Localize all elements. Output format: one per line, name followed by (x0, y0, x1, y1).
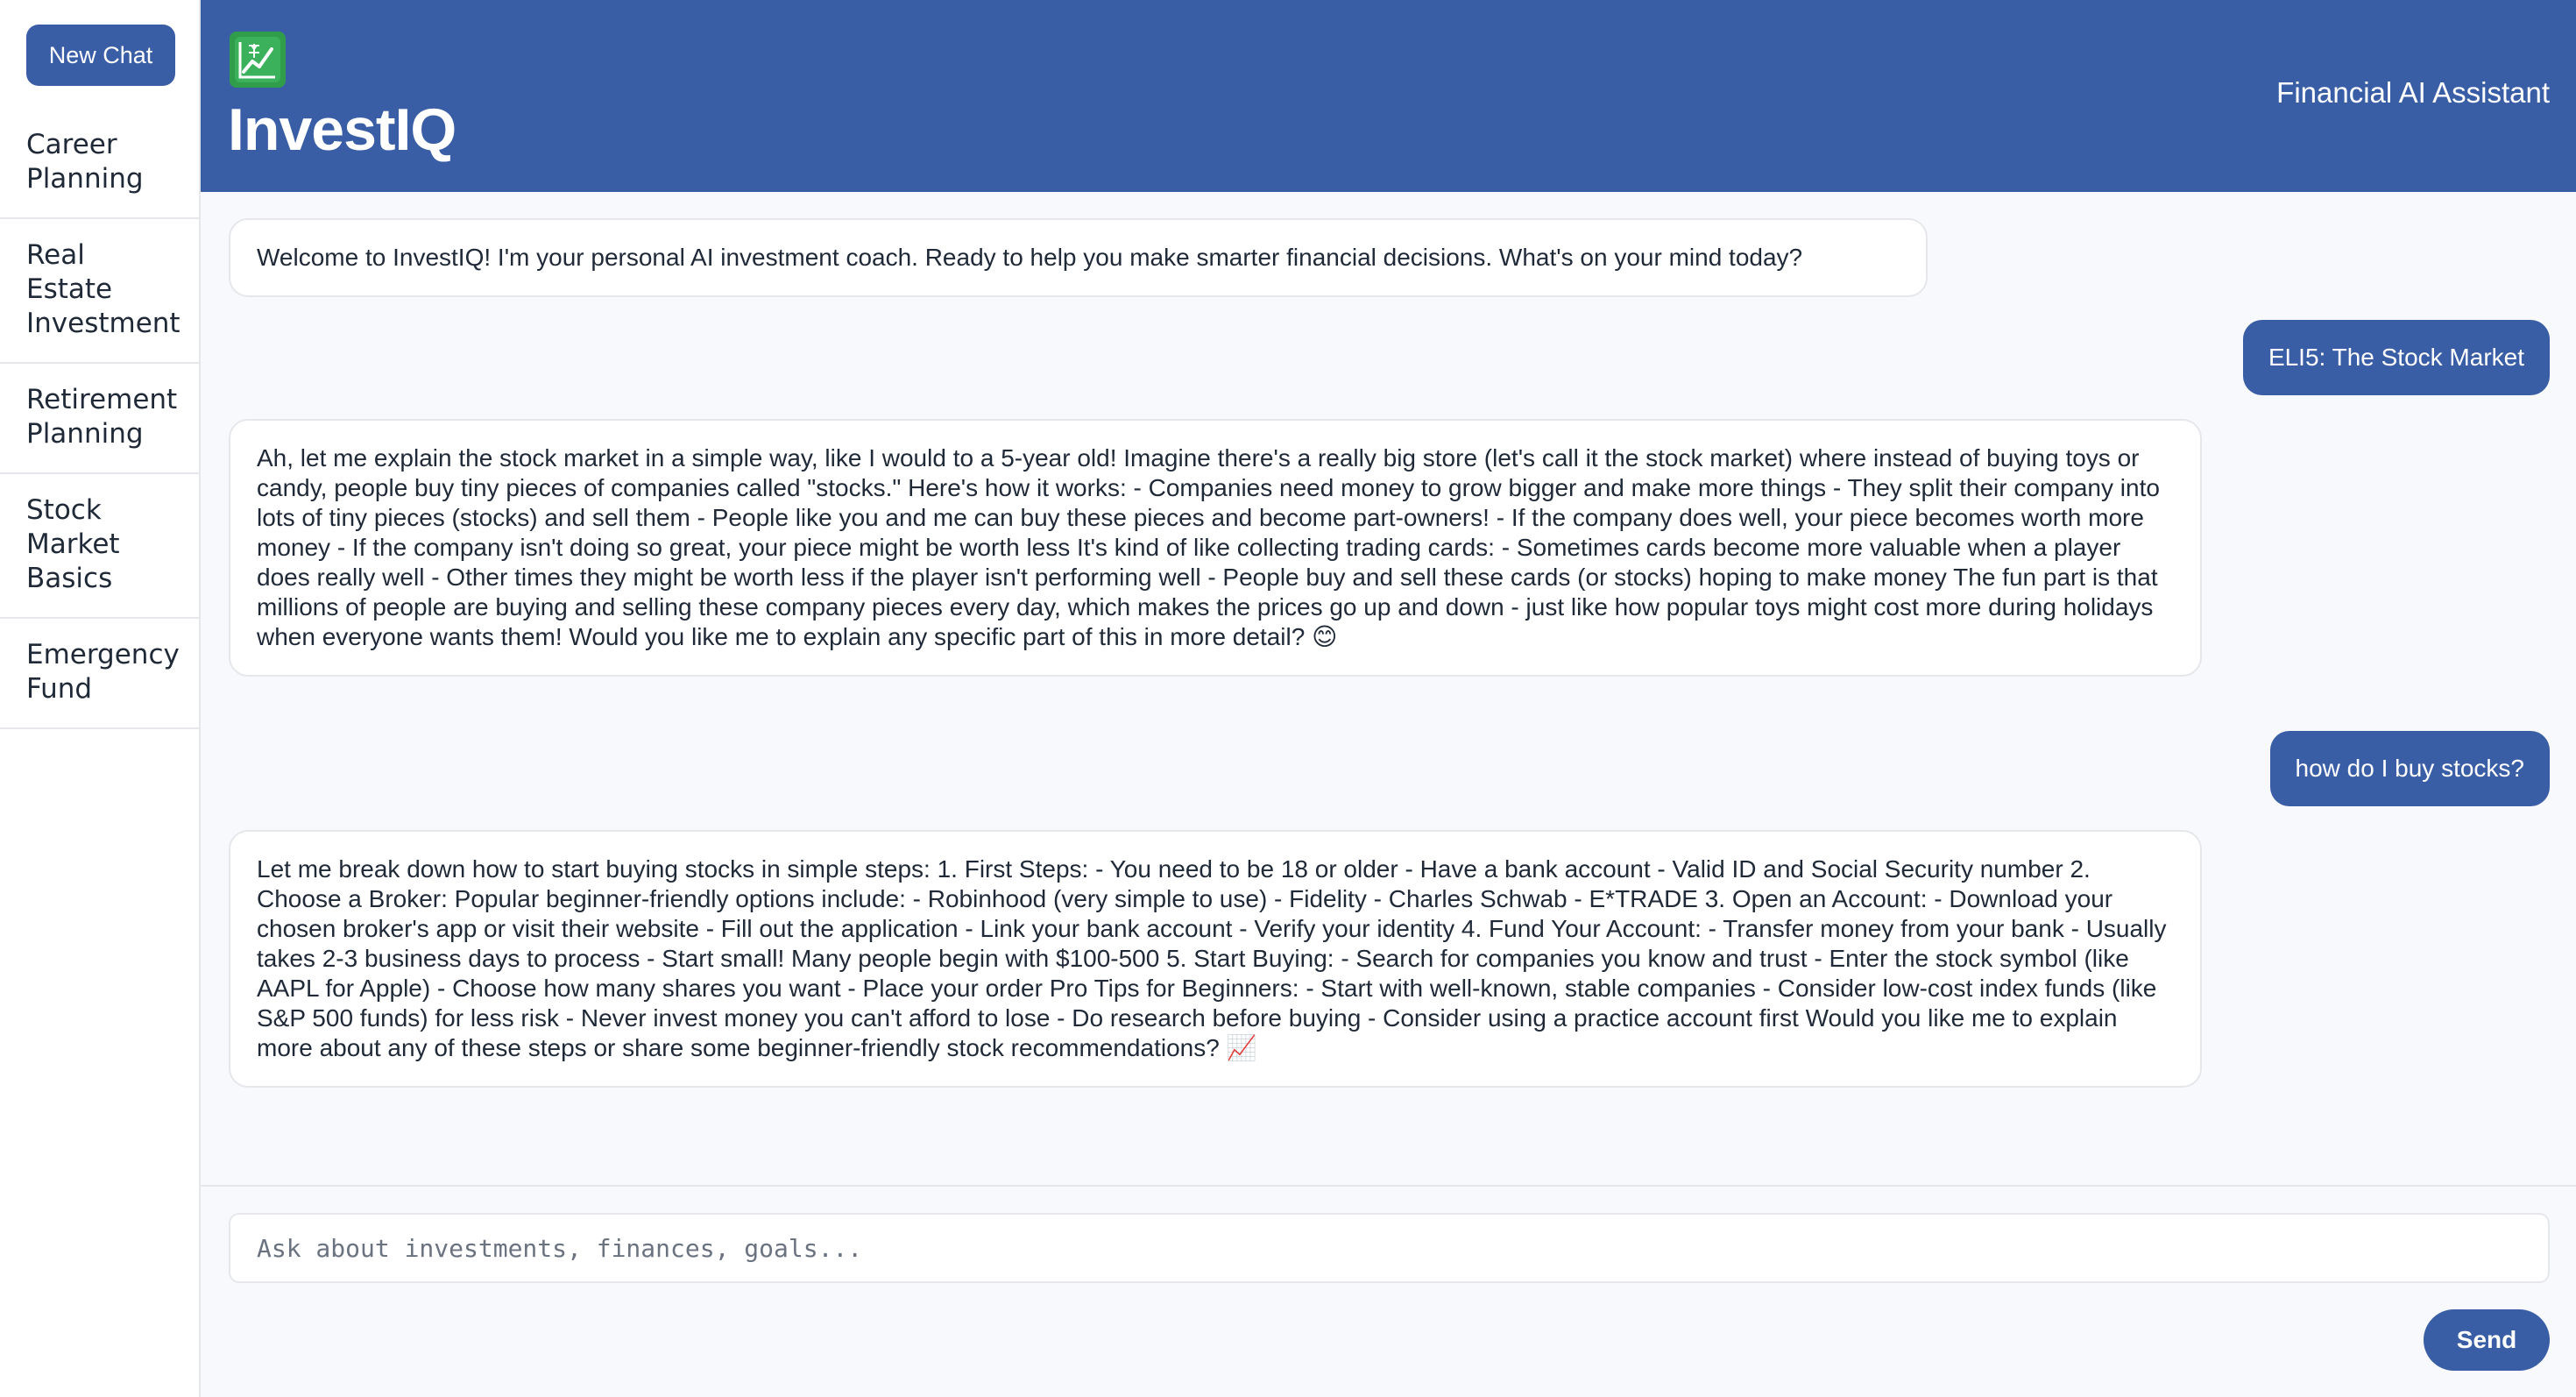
sidebar-item-real-estate-investment[interactable]: Real Estate Investment (0, 219, 199, 364)
sidebar-item-emergency-fund[interactable]: Emergency Fund (0, 619, 199, 729)
message-composer: Send (201, 1185, 2576, 1397)
chart-increasing-icon (230, 32, 286, 88)
app-header: InvestIQ Financial AI Assistant (201, 0, 2576, 192)
bot-message: Welcome to InvestIQ! I'm your personal A… (229, 218, 1928, 297)
sidebar-item-career-planning[interactable]: Career Planning (0, 109, 199, 219)
user-message: how do I buy stocks? (2269, 731, 2550, 806)
new-chat-button[interactable]: New Chat (26, 25, 175, 86)
app: New Chat Career Planning Real Estate Inv… (0, 0, 2576, 1397)
bot-message: Ah, let me explain the stock market in a… (229, 419, 2202, 677)
user-message: ELI5: The Stock Market (2242, 320, 2550, 395)
app-title: InvestIQ (228, 96, 456, 163)
bot-message: Let me break down how to start buying st… (229, 830, 2202, 1088)
app-subtitle: Financial AI Assistant (2276, 76, 2550, 109)
send-button[interactable]: Send (2424, 1309, 2550, 1371)
main-panel: InvestIQ Financial AI Assistant Welcome … (201, 0, 2576, 1397)
topic-list: Career Planning Real Estate Investment R… (0, 109, 199, 729)
sidebar: New Chat Career Planning Real Estate Inv… (0, 0, 201, 1397)
sidebar-item-retirement-planning[interactable]: Retirement Planning (0, 364, 199, 474)
message-input[interactable] (229, 1213, 2550, 1283)
chat-messages: Welcome to InvestIQ! I'm your personal A… (201, 192, 2576, 1185)
sidebar-item-stock-market-basics[interactable]: Stock Market Basics (0, 474, 199, 619)
